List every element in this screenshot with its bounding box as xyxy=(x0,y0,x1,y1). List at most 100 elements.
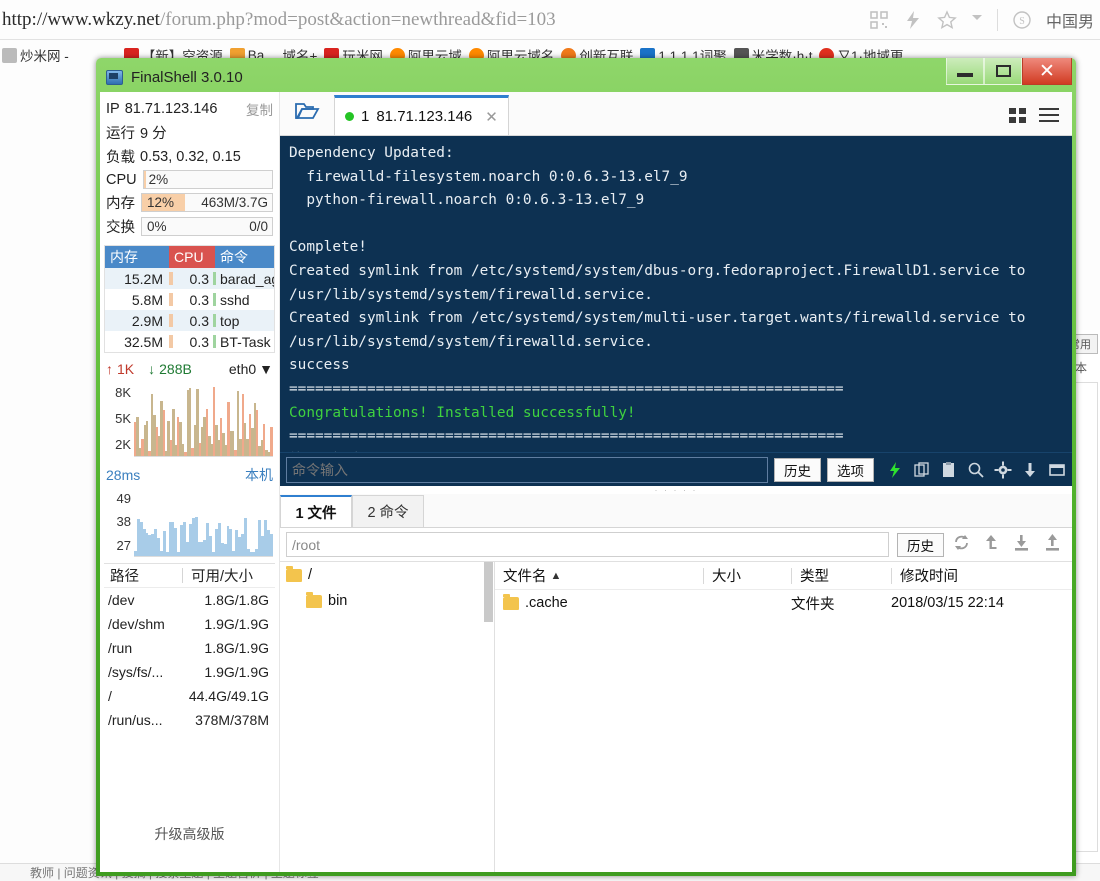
process-col-mem[interactable]: 内存 xyxy=(105,246,169,268)
terminal-line: Dependency Updated: xyxy=(289,142,1072,166)
command-input[interactable] xyxy=(286,457,768,483)
file-col-modified[interactable]: 修改时间 xyxy=(892,565,1072,586)
table-row[interactable]: /run1.8G/1.9G xyxy=(104,636,275,660)
disk-size: 1.8G/1.8G xyxy=(188,592,275,608)
tab-commands[interactable]: 2 命令 xyxy=(352,495,424,527)
sort-ascending-icon: ▲ xyxy=(551,570,562,582)
cpu-meter: 2% xyxy=(143,170,273,189)
process-mem: 15.2M xyxy=(105,271,169,287)
tree-item-bin[interactable]: bin xyxy=(280,588,494,614)
qr-code-icon[interactable] xyxy=(869,10,889,30)
path-input[interactable] xyxy=(286,532,889,557)
bookmark-item[interactable]: 炒米网 - xyxy=(2,45,69,65)
favicon-icon xyxy=(2,48,17,63)
axis-tick: 8K xyxy=(106,385,131,400)
graph-bar xyxy=(189,388,191,456)
lightning-icon[interactable] xyxy=(903,10,923,30)
network-interface-select[interactable]: eth0 ▼ xyxy=(229,361,273,377)
memory-percent: 12% xyxy=(147,195,174,210)
tree-item-label: / xyxy=(308,567,312,583)
terminal-output[interactable]: Dependency Updated: firewalld-filesystem… xyxy=(280,136,1072,452)
memory-label: 内存 xyxy=(106,192,135,213)
upload-icon[interactable] xyxy=(1043,533,1062,557)
paste-icon[interactable] xyxy=(940,461,958,479)
table-row[interactable]: 2.9M 0.3 top xyxy=(105,310,274,331)
upgrade-premium-link[interactable]: 升级高级版 xyxy=(100,824,279,844)
network-interface-label: eth0 xyxy=(229,361,256,377)
process-cmd: sshd xyxy=(216,292,274,308)
chevron-down-icon[interactable] xyxy=(971,10,983,30)
up-level-icon[interactable] xyxy=(983,533,1000,557)
uptime-label: 运行 xyxy=(106,122,135,143)
session-tab[interactable]: 1 81.71.123.146 ✕ xyxy=(334,95,509,135)
close-icon[interactable]: ✕ xyxy=(485,108,498,126)
browser-url-bar[interactable]: http://www.wkzy.net/forum.php?mod=post&a… xyxy=(0,0,1100,40)
table-row[interactable]: /sys/fs/...1.9G/1.9G xyxy=(104,660,275,684)
refresh-icon[interactable] xyxy=(952,533,971,557)
download-icon[interactable] xyxy=(1021,461,1039,479)
file-browser: / bin 文件名 ▲ 大小 xyxy=(280,562,1072,872)
ping-latency: 28ms xyxy=(106,467,140,483)
lightning-icon[interactable] xyxy=(886,461,904,479)
table-row[interactable]: 15.2M 0.3 barad_age xyxy=(105,268,274,289)
window-controls[interactable]: ✕ xyxy=(946,58,1072,85)
star-icon[interactable] xyxy=(937,10,957,30)
finalshell-window: FinalShell 3.0.10 ✕ IP 81.71.123.146 复制 … xyxy=(96,58,1076,876)
axis-tick: 49 xyxy=(106,491,131,506)
gear-icon[interactable] xyxy=(994,461,1012,479)
command-history-button[interactable]: 历史 xyxy=(774,458,821,482)
file-col-type[interactable]: 类型 xyxy=(792,565,891,586)
user-circle-icon[interactable]: S xyxy=(1012,10,1032,30)
svg-text:S: S xyxy=(1019,16,1025,27)
memory-detail: 463M/3.7G xyxy=(201,195,268,210)
table-row[interactable]: /dev1.8G/1.8G xyxy=(104,588,275,612)
window-titlebar[interactable]: FinalShell 3.0.10 ✕ xyxy=(100,62,1072,92)
terminal-line: firewalld-filesystem.noarch 0:0.6.3-13.e… xyxy=(289,166,1072,190)
window-icon[interactable] xyxy=(1048,461,1066,479)
table-row[interactable]: 32.5M 0.3 BT-Task xyxy=(105,331,274,352)
disk-size: 1.9G/1.9G xyxy=(188,664,275,680)
close-button[interactable]: ✕ xyxy=(1022,58,1072,85)
process-mem: 32.5M xyxy=(105,334,169,350)
file-col-name[interactable]: 文件名 ▲ xyxy=(495,565,703,586)
file-col-size[interactable]: 大小 xyxy=(704,565,791,586)
table-row[interactable]: /run/us...378M/378M xyxy=(104,708,275,732)
list-item[interactable]: .cache 文件夹 2018/03/15 22:14 xyxy=(495,590,1072,616)
axis-tick: 38 xyxy=(106,514,131,529)
file-name: .cache xyxy=(525,595,568,611)
minimize-button[interactable] xyxy=(946,58,984,85)
search-icon[interactable] xyxy=(967,461,985,479)
tree-item-root[interactable]: / xyxy=(280,562,494,588)
process-col-cpu[interactable]: CPU xyxy=(169,246,215,268)
directory-tree[interactable]: / bin xyxy=(280,562,495,872)
url-text[interactable]: http://www.wkzy.net/forum.php?mod=post&a… xyxy=(0,9,556,31)
process-col-cmd[interactable]: 命令 xyxy=(215,246,274,268)
graph-bar xyxy=(270,427,272,456)
command-options-button[interactable]: 选项 xyxy=(827,458,874,482)
swap-meter-row: 交换 0% 0/0 xyxy=(106,216,273,237)
panel-splitter[interactable]: · · · · · xyxy=(280,486,1072,494)
path-history-button[interactable]: 历史 xyxy=(897,533,944,557)
ping-stats-header: 28ms 本机 xyxy=(106,465,273,485)
copy-ip-button[interactable]: 复制 xyxy=(246,99,273,119)
download-icon[interactable] xyxy=(1012,533,1031,557)
url-path: /forum.php?mod=post&action=newthread&fid… xyxy=(160,9,556,30)
table-row[interactable]: /44.4G/49.1G xyxy=(104,684,275,708)
disk-path: /run xyxy=(104,640,188,656)
cpu-meter-row: CPU 2% xyxy=(106,170,273,189)
folder-icon xyxy=(503,597,519,610)
open-folder-button[interactable] xyxy=(280,91,334,135)
axis-tick: 27 xyxy=(106,538,131,553)
grid-view-icon[interactable] xyxy=(1008,106,1028,129)
folder-icon xyxy=(306,595,322,608)
maximize-button[interactable] xyxy=(984,58,1022,85)
table-row[interactable]: /dev/shm1.9G/1.9G xyxy=(104,612,275,636)
table-row[interactable]: 5.8M 0.3 sshd xyxy=(105,289,274,310)
copy-icon[interactable] xyxy=(913,461,931,479)
tree-scrollbar[interactable] xyxy=(484,562,493,622)
disk-col-size[interactable]: 可用/大小 xyxy=(183,565,275,586)
menu-icon[interactable] xyxy=(1038,106,1060,129)
file-toolbar xyxy=(952,533,1066,557)
disk-col-path[interactable]: 路径 xyxy=(104,565,182,586)
tab-files[interactable]: 1 文件 xyxy=(280,495,352,527)
